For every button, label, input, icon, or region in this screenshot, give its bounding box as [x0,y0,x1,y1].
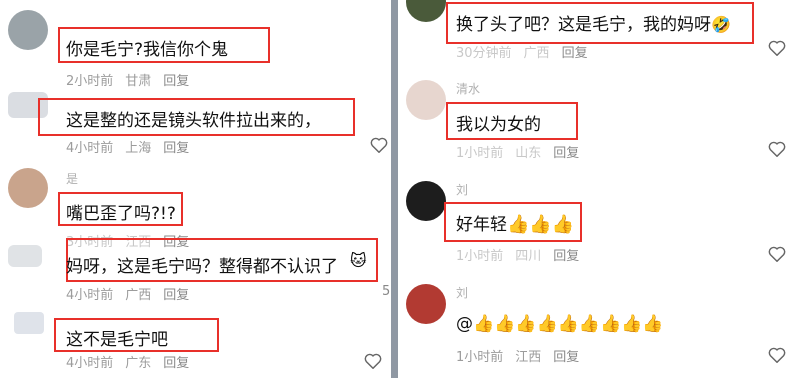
comment-text: @👍👍👍👍👍👍👍👍👍 [456,314,664,334]
comment-text: 嘴巴歪了吗?!? [66,204,176,224]
heart-icon[interactable] [768,141,786,157]
username: 清水 [456,82,481,96]
heart-icon[interactable] [768,246,786,262]
comment-meta: 1小时前 四川 回复 [456,245,579,264]
reply-button[interactable]: 回复 [163,352,189,371]
comment-text: 这不是毛宁吧 [66,330,168,350]
comment-meta: 4小时前 广东 回复 [66,352,189,371]
comment-time: 30分钟前 [456,46,512,61]
avatar[interactable] [406,80,446,120]
comment-meta: 4小时前 上海 回复 [66,137,189,156]
avatar[interactable] [406,0,446,22]
avatar[interactable] [14,312,44,334]
laughing-emoji: 🤣 [711,15,731,34]
comment-location: 山东 [515,146,542,161]
comment-time: 4小时前 [66,288,114,303]
comment-location: 上海 [125,141,152,156]
username: 是 [66,172,79,186]
reply-button[interactable]: 回复 [553,346,579,365]
comment-location: 广西 [125,288,152,303]
reply-button[interactable]: 回复 [163,137,189,156]
comment-location: 广东 [125,356,152,371]
reply-button[interactable]: 回复 [163,284,189,303]
thumbs-up-emoji: 👍👍👍 [507,214,575,235]
heart-icon[interactable] [768,347,786,363]
username: 刘 [456,286,469,300]
comment-location: 广西 [523,46,550,61]
reply-button[interactable]: 回复 [562,42,588,61]
comment-time: 1小时前 [456,350,504,365]
comment-location: 四川 [515,249,542,264]
thumbs-up-emoji: 👍👍👍👍👍👍👍👍👍 [473,314,664,334]
comment-text: 这是整的还是镜头软件拉出来的， [66,111,321,131]
comment-location: 江西 [515,350,542,365]
avatar[interactable] [8,10,48,50]
comment-text: 妈呀，这是毛宁吗？整得都不认识了 [66,257,338,277]
comment-meta: 2小时前 甘肃 回复 [66,70,189,89]
heart-icon[interactable] [768,40,786,56]
reply-button[interactable]: 回复 [553,142,579,161]
comment-text: 好年轻👍👍👍 [456,214,575,236]
heart-icon[interactable] [370,137,388,153]
avatar[interactable] [406,284,446,324]
reply-button[interactable]: 回复 [553,245,579,264]
avatar[interactable] [8,245,42,267]
comment-time: 1小时前 [456,249,504,264]
username: 刘 [456,183,469,197]
reply-button[interactable]: 回复 [163,70,189,89]
left-comments-panel: 你是毛宁?我信你个鬼 2小时前 甘肃 回复 这是整的还是镜头软件拉出来的， 4小… [0,0,391,378]
comment-meta: 1小时前 山东 回复 [456,142,579,161]
comment-time: 1小时前 [456,146,504,161]
comment-meta: 30分钟前 广西 回复 [456,42,588,61]
comment-text: 换了头了吧？这是毛宁，我的妈呀🤣 [456,15,731,35]
comment-time: 2小时前 [66,74,114,89]
avatar[interactable] [406,181,446,221]
like-count: 5 [382,284,391,299]
comment-meta: 4小时前 广西 回复 [66,284,189,303]
comment-time: 4小时前 [66,356,114,371]
cat-face-emoji: 🐱 [350,251,367,270]
avatar[interactable] [8,168,48,208]
heart-icon[interactable] [364,353,382,369]
comment-text: 你是毛宁?我信你个鬼 [66,40,229,60]
comment-time: 4小时前 [66,141,114,156]
comment-text: 我以为女的 [456,115,541,135]
comment-location: 甘肃 [125,74,152,89]
panel-divider [391,0,398,378]
right-comments-panel: 换了头了吧？这是毛宁，我的妈呀🤣 30分钟前 广西 回复 清水 我以为女的 1小… [398,0,800,378]
comment-meta: 1小时前 江西 回复 [456,346,579,365]
